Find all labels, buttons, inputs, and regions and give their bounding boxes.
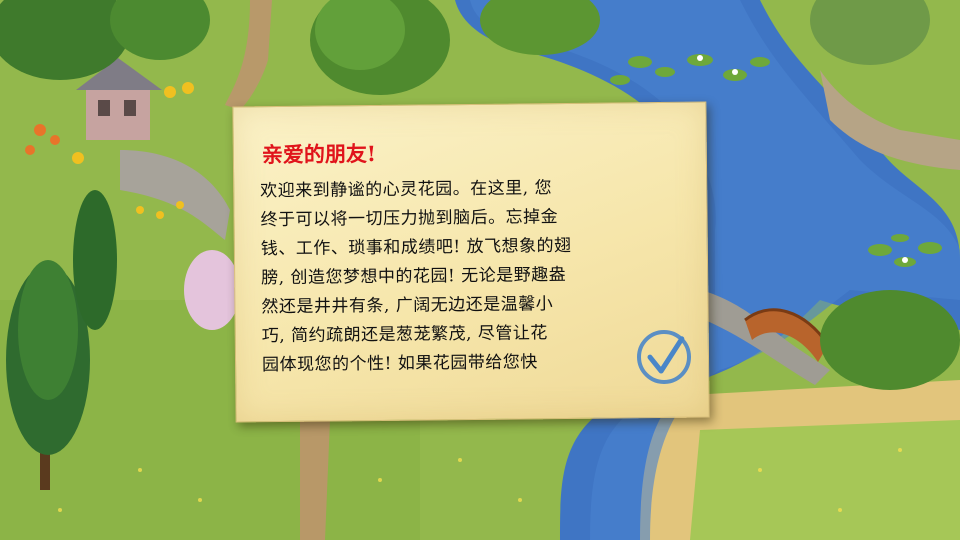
confirm-button[interactable] — [634, 327, 695, 388]
message-line: 膀, 创造您梦想中的花园! 无论是野趣盎 — [261, 265, 567, 289]
dialog-title: 亲爱的朋友! — [261, 140, 377, 168]
blossom-tree — [184, 250, 240, 330]
message-line: 然还是井井有条, 广阔无边还是温馨小 — [261, 294, 554, 318]
checkmark-circle-icon — [637, 329, 692, 384]
message-line: 终于可以将一切压力抛到脑后。忘掉金 — [260, 207, 559, 231]
dialog-message: 欢迎来到静谧的心灵花园。在这里, 您 终于可以将一切压力抛到脑后。忘掉金 钱、工… — [260, 173, 692, 380]
tree — [73, 190, 117, 330]
message-line: 园体现您的个性! 如果花园带给您快 — [261, 352, 538, 376]
message-line: 巧, 简约疏朗还是葱茏繁茂, 尽管让花 — [261, 323, 548, 347]
tree — [820, 290, 960, 390]
welcome-dialog: 亲爱的朋友! 欢迎来到静谧的心灵花园。在这里, 您 终于可以将一切压力抛到脑后。… — [232, 101, 710, 423]
message-line: 欢迎来到静谧的心灵花园。在这里, 您 — [260, 178, 553, 202]
message-line: 钱、工作、琐事和成绩吧! 放飞想象的翅 — [260, 235, 572, 260]
